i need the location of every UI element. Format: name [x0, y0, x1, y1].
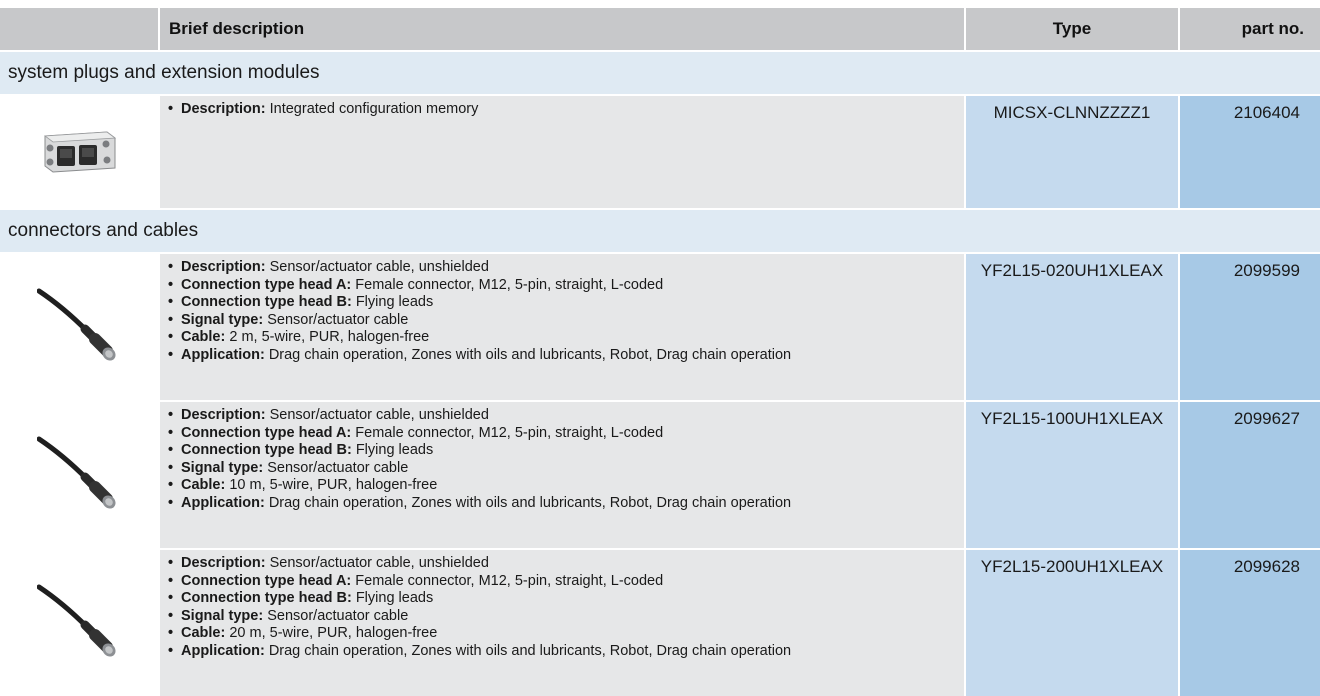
feature-item: Application: Drag chain operation, Zones…	[167, 347, 964, 365]
feature-item: Connection type head B: Flying leads	[167, 442, 964, 460]
feature-label: Description:	[181, 259, 266, 275]
feature-value: Female connector, M12, 5-pin, straight, …	[355, 276, 664, 293]
feature-item: Cable: 20 m, 5-wire, PUR, halogen-free	[167, 625, 964, 643]
feature-value: 20 m, 5-wire, PUR, halogen-free	[229, 625, 438, 642]
feature-list: Description: Sensor/actuator cable, unsh…	[167, 407, 964, 513]
feature-item: Cable: 10 m, 5-wire, PUR, halogen-free	[167, 477, 964, 495]
feature-label: Connection type head B:	[181, 294, 352, 311]
cable-connector-image	[37, 282, 121, 367]
table-row: Description: Sensor/actuator cable, unsh…	[0, 400, 1320, 548]
description-cell: Description: Sensor/actuator cable, unsh…	[160, 400, 966, 548]
feature-label: Cable:	[181, 625, 226, 642]
feature-list: Description: Sensor/actuator cable, unsh…	[167, 555, 964, 661]
brief-description-header: Brief description	[160, 8, 966, 50]
feature-item: Connection type head A: Female connector…	[167, 277, 964, 295]
feature-label: Signal type:	[181, 607, 264, 624]
cable-connector-image	[37, 430, 121, 515]
description-cell: Description: Integrated configuration me…	[160, 94, 966, 208]
feature-value: Sensor/actuator cable	[267, 311, 409, 328]
accessories-table: Brief description Type part no. system p…	[0, 8, 1320, 696]
feature-value: Flying leads	[355, 294, 434, 311]
feature-value: Sensor/actuator cable	[267, 607, 409, 624]
feature-label: Application:	[181, 494, 265, 511]
table-row: Description: Sensor/actuator cable, unsh…	[0, 252, 1320, 400]
feature-value: Female connector, M12, 5-pin, straight, …	[355, 424, 664, 441]
feature-value: Drag chain operation, Zones with oils an…	[268, 346, 792, 363]
feature-item: Description: Sensor/actuator cable, unsh…	[167, 407, 964, 425]
feature-label: Connection type head A:	[181, 572, 352, 589]
type-cell: YF2L15-020UH1XLEAX	[966, 252, 1180, 400]
part-no-cell: 2106404	[1180, 94, 1320, 208]
type-cell: YF2L15-100UH1XLEAX	[966, 400, 1180, 548]
description-cell: Description: Sensor/actuator cable, unsh…	[160, 548, 966, 696]
feature-item: Connection type head B: Flying leads	[167, 590, 964, 608]
feature-label: Application:	[181, 346, 265, 363]
feature-item: Connection type head A: Female connector…	[167, 573, 964, 591]
product-image-cell	[0, 94, 160, 208]
feature-label: Connection type head B:	[181, 442, 352, 459]
group-row-connectors-cables: connectors and cables	[0, 208, 1320, 252]
feature-label: Signal type:	[181, 459, 264, 476]
part-no-cell: 2099599	[1180, 252, 1320, 400]
product-image-cell	[0, 548, 160, 696]
product-image-cell	[0, 252, 160, 400]
feature-item: Application: Drag chain operation, Zones…	[167, 643, 964, 661]
feature-item: Signal type: Sensor/actuator cable	[167, 460, 964, 478]
feature-list: Description: Sensor/actuator cable, unsh…	[167, 259, 964, 365]
feature-label: Description:	[181, 407, 266, 423]
feature-item: Application: Drag chain operation, Zones…	[167, 495, 964, 513]
type-cell: YF2L15-200UH1XLEAX	[966, 548, 1180, 696]
group-title: system plugs and extension modules	[0, 50, 1320, 94]
part-no-cell: 2099627	[1180, 400, 1320, 548]
cable-connector-image	[37, 578, 121, 663]
feature-label: Description:	[181, 555, 266, 571]
feature-label: Cable:	[181, 477, 226, 494]
part-no-header: part no.	[1180, 8, 1320, 50]
part-no-cell: 2099628	[1180, 548, 1320, 696]
feature-value: Sensor/actuator cable	[267, 459, 409, 476]
feature-list: Description: Integrated configuration me…	[167, 101, 964, 119]
feature-label: Description:	[181, 101, 266, 117]
type-header: Type	[966, 8, 1180, 50]
feature-value: Sensor/actuator cable, unshielded	[269, 555, 489, 571]
group-row-system-plugs: system plugs and extension modules	[0, 50, 1320, 94]
feature-value: Sensor/actuator cable, unshielded	[269, 407, 489, 423]
feature-item: Connection type head B: Flying leads	[167, 294, 964, 312]
feature-value: 2 m, 5-wire, PUR, halogen-free	[229, 329, 430, 346]
group-title: connectors and cables	[0, 208, 1320, 252]
feature-value: 10 m, 5-wire, PUR, halogen-free	[229, 477, 438, 494]
feature-value: Female connector, M12, 5-pin, straight, …	[355, 572, 664, 589]
feature-item: Signal type: Sensor/actuator cable	[167, 608, 964, 626]
feature-label: Signal type:	[181, 311, 264, 328]
feature-value: Drag chain operation, Zones with oils an…	[268, 642, 792, 659]
feature-label: Application:	[181, 642, 265, 659]
feature-label: Connection type head B:	[181, 590, 352, 607]
description-cell: Description: Sensor/actuator cable, unsh…	[160, 252, 966, 400]
feature-value: Drag chain operation, Zones with oils an…	[268, 494, 792, 511]
type-cell: MICSX-CLNNZZZZ1	[966, 94, 1180, 208]
feature-label: Connection type head A:	[181, 424, 352, 441]
table-row: Description: Sensor/actuator cable, unsh…	[0, 548, 1320, 696]
feature-item: Cable: 2 m, 5-wire, PUR, halogen-free	[167, 329, 964, 347]
feature-value: Flying leads	[355, 590, 434, 607]
feature-value: Flying leads	[355, 442, 434, 459]
feature-item: Description: Sensor/actuator cable, unsh…	[167, 555, 964, 573]
accessories-page: Brief description Type part no. system p…	[0, 0, 1320, 696]
feature-item: Description: Integrated configuration me…	[167, 101, 964, 119]
product-image-cell	[0, 400, 160, 548]
feature-label: Cable:	[181, 329, 226, 346]
image-column-header	[0, 8, 160, 50]
table-header: Brief description Type part no.	[0, 8, 1320, 50]
feature-value: Sensor/actuator cable, unshielded	[269, 259, 489, 275]
system-plug-module-image	[37, 107, 121, 192]
table-row: Description: Integrated configuration me…	[0, 94, 1320, 208]
feature-label: Connection type head A:	[181, 276, 352, 293]
feature-item: Connection type head A: Female connector…	[167, 425, 964, 443]
feature-item: Description: Sensor/actuator cable, unsh…	[167, 259, 964, 277]
feature-item: Signal type: Sensor/actuator cable	[167, 312, 964, 330]
feature-value: Integrated configuration memory	[269, 101, 479, 117]
